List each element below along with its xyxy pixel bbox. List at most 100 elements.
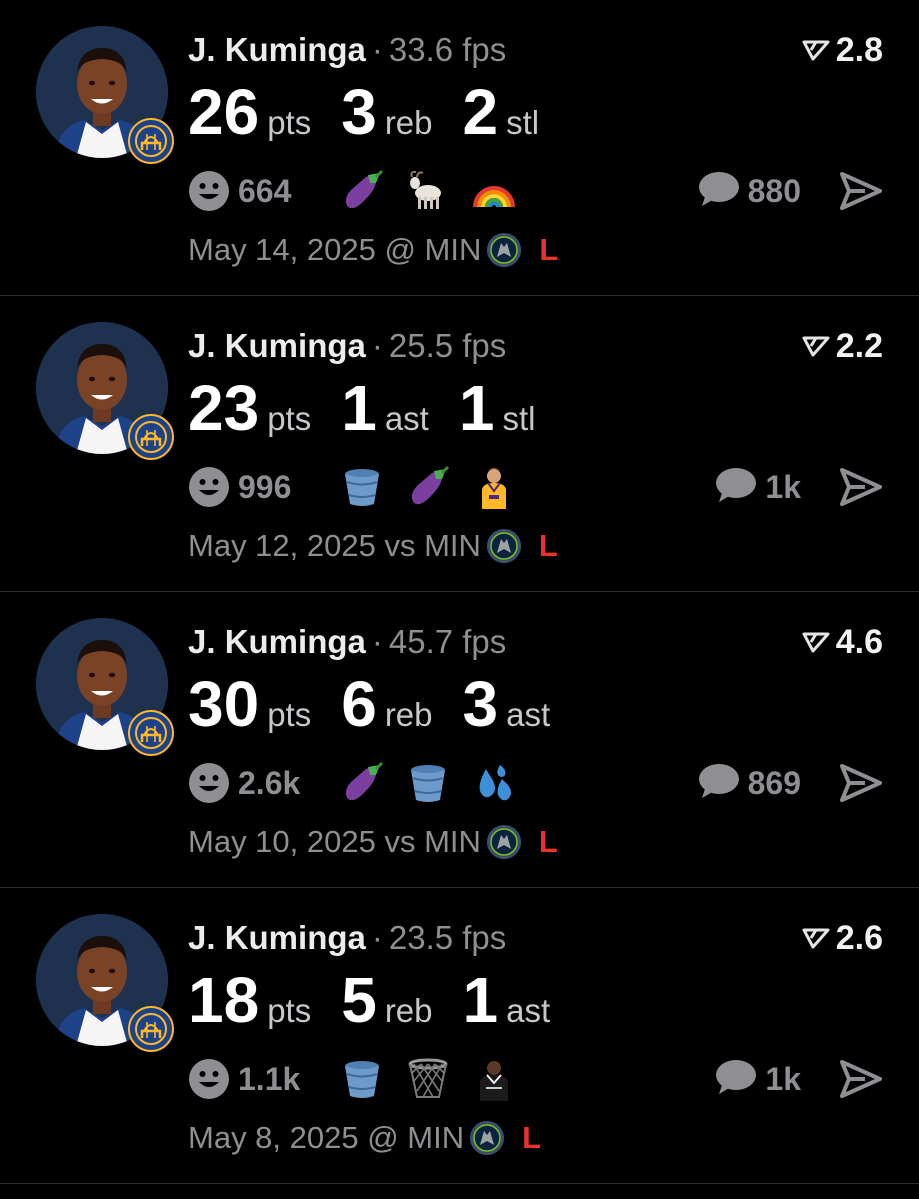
player-name[interactable]: J. Kuminga [188, 623, 366, 660]
reaction-count: 996 [238, 468, 292, 505]
react-smiley-icon[interactable] [188, 762, 230, 804]
stat-value: 3 [341, 76, 377, 148]
reaction-bar: 664 [188, 166, 538, 216]
bucket-icon[interactable] [340, 1057, 384, 1101]
separator: · [371, 327, 383, 364]
comment-count: 869 [747, 764, 801, 801]
post-header: J. Kuminga · 33.6 fps [188, 30, 506, 70]
game-result: L [539, 232, 559, 267]
comment-bubble-icon [696, 762, 740, 805]
stat: 1 stl [459, 372, 536, 444]
stat-line: 18 pts 5 reb 1 ast [188, 964, 580, 1036]
rating-value: 2.8 [835, 31, 883, 69]
post-header: J. Kuminga · 45.7 fps [188, 622, 506, 662]
game-date-opponent: May 10, 2025 vs MIN [188, 824, 481, 859]
bucket-icon[interactable] [406, 761, 450, 805]
stat-label: ast [506, 696, 551, 733]
stat-value: 5 [341, 964, 377, 1036]
game-result: L [538, 824, 558, 859]
post-card[interactable]: J. Kuminga · 23.5 fps 2.6 18 pts 5 reb 1 ast … [0, 888, 919, 1184]
stat-value: 6 [341, 668, 377, 740]
post-header: J. Kuminga · 23.5 fps [188, 918, 506, 958]
stat: 1 ast [341, 372, 429, 444]
game-info: May 10, 2025 vs MIN L [188, 822, 558, 862]
stat: 1 ast [463, 964, 551, 1036]
share-icon[interactable] [839, 466, 883, 508]
stat-label: reb [384, 696, 433, 733]
share-icon[interactable] [839, 762, 883, 804]
fps-value: 25.5 fps [388, 327, 507, 364]
post-card[interactable]: J. Kuminga · 33.6 fps 2.8 26 pts 3 reb 2 stl … [0, 0, 919, 296]
rating-icon [802, 622, 830, 662]
game-date-opponent: May 14, 2025 @ MIN [188, 232, 482, 267]
post-header: J. Kuminga · 25.5 fps [188, 326, 506, 366]
warriors-logo-icon [128, 710, 174, 756]
stat: 5 reb [341, 964, 432, 1036]
player-yellow-jersey-icon[interactable] [472, 465, 516, 509]
stat-label: pts [267, 400, 312, 437]
stat-line: 23 pts 1 ast 1 stl [188, 372, 565, 444]
stat-label: stl [506, 104, 540, 141]
eggplant-icon[interactable] [340, 761, 384, 805]
warriors-logo-icon [128, 118, 174, 164]
react-smiley-icon[interactable] [188, 170, 230, 212]
warriors-logo-icon [128, 1006, 174, 1052]
stat-label: pts [267, 992, 312, 1029]
game-info: May 12, 2025 vs MIN L [188, 526, 558, 566]
fps-value: 45.7 fps [388, 623, 507, 660]
comments-button[interactable]: 869 [696, 758, 801, 808]
eggplant-icon[interactable] [340, 169, 384, 213]
reaction-count: 1.1k [238, 1060, 301, 1097]
separator: · [371, 31, 383, 68]
bucket-icon[interactable] [340, 465, 384, 509]
rating-value: 2.2 [835, 327, 883, 365]
game-result: L [538, 528, 558, 563]
rating-icon [802, 918, 830, 958]
player-name[interactable]: J. Kuminga [188, 327, 366, 364]
stat-value: 1 [462, 964, 499, 1036]
comments-button[interactable]: 1k [713, 1054, 801, 1104]
comment-bubble-icon [696, 170, 740, 213]
stat-label: ast [384, 400, 429, 437]
stat-line: 30 pts 6 reb 3 ast [188, 668, 580, 740]
react-smiley-icon[interactable] [188, 466, 230, 508]
stat-value: 26 [188, 76, 260, 148]
player-name[interactable]: J. Kuminga [188, 31, 366, 68]
share-icon[interactable] [839, 1058, 883, 1100]
player-black-jersey-icon[interactable] [472, 1057, 516, 1101]
stat: 18 pts [188, 964, 311, 1036]
comments-button[interactable]: 880 [696, 166, 801, 216]
comments-button[interactable]: 1k [713, 462, 801, 512]
eggplant-icon[interactable] [406, 465, 450, 509]
stat: 3 ast [463, 668, 551, 740]
stat: 2 stl [463, 76, 540, 148]
basketball-net-icon[interactable] [406, 1057, 450, 1101]
rating-value: 2.6 [835, 919, 883, 957]
game-info: May 8, 2025 @ MIN L [188, 1118, 541, 1158]
react-smiley-icon[interactable] [188, 1058, 230, 1100]
share-icon[interactable] [839, 170, 883, 212]
stat-value: 1 [458, 372, 495, 444]
stat-value: 18 [188, 964, 260, 1036]
post-card[interactable]: J. Kuminga · 25.5 fps 2.2 23 pts 1 ast 1 stl … [0, 296, 919, 592]
rating: 4.6 [802, 622, 883, 662]
game-date-opponent: May 12, 2025 vs MIN [188, 528, 481, 563]
game-result: L [522, 1120, 542, 1155]
rainbow-icon[interactable] [472, 169, 516, 213]
stat-label: pts [267, 104, 312, 141]
stat-label: ast [506, 992, 551, 1029]
comment-bubble-icon [713, 1058, 757, 1101]
sweat-droplets-icon[interactable] [472, 761, 516, 805]
stat-line: 26 pts 3 reb 2 stl [188, 76, 569, 148]
rating-icon [802, 326, 830, 366]
rating-value: 4.6 [835, 623, 883, 661]
stat-label: pts [267, 696, 312, 733]
fps-value: 33.6 fps [388, 31, 507, 68]
timberwolves-logo-icon [486, 529, 521, 563]
reaction-count: 664 [238, 172, 292, 209]
goat-icon[interactable] [406, 169, 450, 213]
reaction-count: 2.6k [238, 764, 301, 801]
player-name[interactable]: J. Kuminga [188, 919, 366, 956]
post-card[interactable]: J. Kuminga · 45.7 fps 4.6 30 pts 6 reb 3 ast … [0, 592, 919, 888]
game-info: May 14, 2025 @ MIN L [188, 230, 558, 270]
